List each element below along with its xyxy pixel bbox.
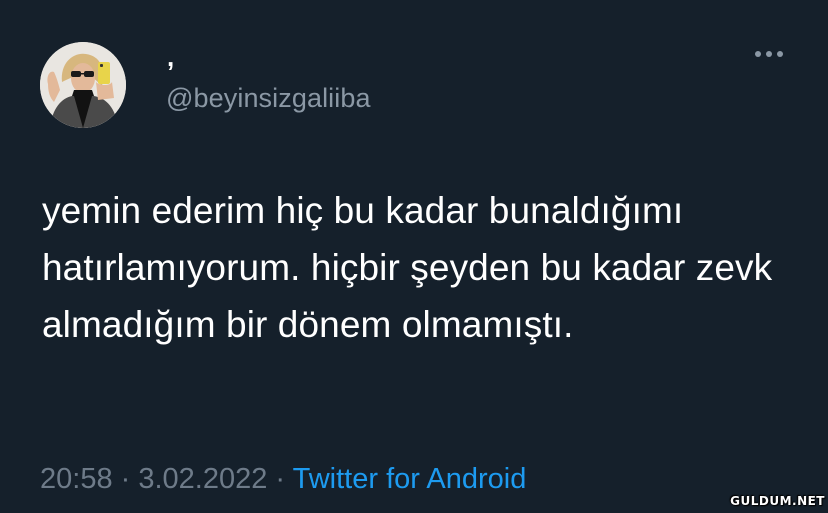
tweet-card: , @beyinsizgaliiba yemin ederim hiç bu k… [0,0,828,513]
avatar-photo [40,42,126,128]
avatar[interactable] [40,42,126,128]
tweet-source-link[interactable]: Twitter for Android [293,463,527,495]
tweet-meta: 20:58 · 3.02.2022 · Twitter for Android [40,461,526,497]
meta-separator: · [267,463,293,495]
tweet-date[interactable]: 3.02.2022 [138,463,267,495]
more-horizontal-icon[interactable] [752,44,786,64]
meta-separator: · [112,463,139,495]
username-handle[interactable]: @beyinsizgaliiba [166,82,371,114]
watermark: GULDUM.NET [730,494,825,508]
tweet-time[interactable]: 20:58 [40,463,113,495]
tweet-text: yemin ederim hiç bu kadar bunaldığımı ha… [42,190,773,345]
display-name[interactable]: , [167,42,174,72]
